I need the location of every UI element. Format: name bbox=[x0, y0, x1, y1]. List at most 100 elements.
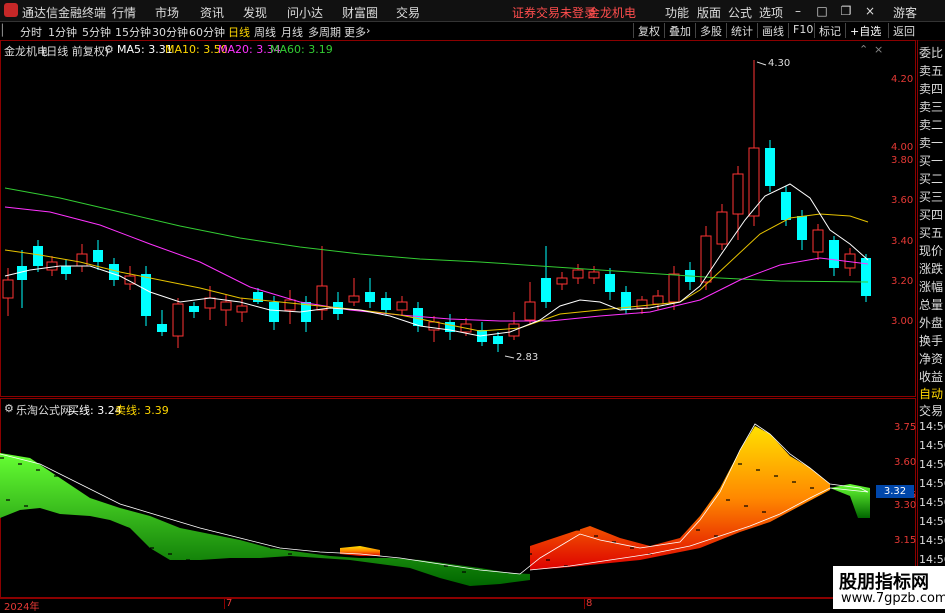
period-weekly[interactable]: 周线 bbox=[254, 24, 276, 40]
tool-f10[interactable]: F10 bbox=[788, 23, 817, 38]
period-30min[interactable]: 30分钟 bbox=[152, 24, 188, 40]
menu-discover[interactable]: 发现 bbox=[243, 4, 267, 21]
candle-body bbox=[381, 298, 391, 310]
side-item-0: 委比 bbox=[919, 46, 944, 60]
menu-options[interactable]: 选项 bbox=[759, 4, 783, 21]
side-time-2: 14:56 bbox=[919, 458, 945, 471]
side-time-3: 14:56 bbox=[919, 477, 945, 490]
candle-body bbox=[668, 273, 680, 303]
period-5min[interactable]: 5分钟 bbox=[82, 24, 111, 40]
menu-market[interactable]: 市场 bbox=[155, 4, 179, 21]
period-60min[interactable]: 60分钟 bbox=[189, 24, 225, 40]
candle-body bbox=[109, 264, 119, 280]
tool-draw[interactable]: 画线 bbox=[757, 23, 788, 38]
candle-body bbox=[797, 216, 807, 240]
side-item-18: 收益 bbox=[919, 370, 944, 384]
period-timeshare[interactable]: 分时 bbox=[20, 24, 42, 40]
menu-trade[interactable]: 交易 bbox=[396, 4, 420, 21]
candle-body bbox=[236, 305, 248, 313]
period-more[interactable]: 更多 bbox=[344, 24, 366, 40]
side-item-1: 卖五 bbox=[919, 64, 944, 78]
candle-body bbox=[829, 240, 839, 268]
tool-back[interactable]: 返回 bbox=[888, 23, 919, 38]
indicator-chart[interactable] bbox=[0, 398, 916, 598]
red-patch bbox=[340, 546, 380, 556]
side-item-7: 买二 bbox=[919, 172, 944, 186]
candle-body bbox=[172, 303, 184, 337]
user-guest[interactable]: 游客 bbox=[893, 4, 917, 21]
side-time-7: 14:56 bbox=[919, 553, 945, 566]
tool-stats[interactable]: 统计 bbox=[726, 23, 757, 38]
period-toolbar: ▏ 分时 1分钟 5分钟 15分钟 30分钟 60分钟 日线 周线 月线 多周期… bbox=[0, 22, 945, 41]
side-item-9: 买四 bbox=[919, 208, 944, 222]
candle-body bbox=[716, 211, 728, 245]
period-monthly[interactable]: 月线 bbox=[281, 24, 303, 40]
candle-body bbox=[588, 271, 600, 279]
tool-mark[interactable]: 标记 bbox=[814, 23, 845, 38]
kline-chart[interactable] bbox=[0, 40, 916, 397]
side-item-17: 净资 bbox=[919, 352, 944, 366]
side-time-5: 14:56 bbox=[919, 515, 945, 528]
login-notice[interactable]: 证券交易未登录 bbox=[512, 4, 596, 21]
side-item-13: 涨幅 bbox=[919, 280, 944, 294]
period-multi[interactable]: 多周期 bbox=[308, 24, 341, 40]
ma10-line bbox=[4, 213, 869, 332]
candle-body bbox=[269, 302, 279, 322]
candle-body bbox=[493, 336, 503, 344]
x-tick-year: 2024年 bbox=[4, 602, 40, 613]
tool-add-favorite[interactable]: +自选 bbox=[845, 23, 885, 38]
side-time-0: 14:56 bbox=[919, 420, 945, 433]
candle-body bbox=[556, 277, 568, 285]
collapse-icon[interactable]: ▏ bbox=[2, 24, 10, 37]
title-bar: 通达信金融终端 行情 市场 资讯 发现 问小达 财富圈 交易 证券交易未登录 金… bbox=[0, 0, 945, 22]
side-time-6: 14:56 bbox=[919, 534, 945, 547]
side-item-14: 总量 bbox=[919, 298, 944, 312]
x-divider bbox=[584, 598, 585, 609]
side-time-4: 14:56 bbox=[919, 496, 945, 509]
candle-body bbox=[748, 147, 760, 217]
candle-body bbox=[732, 173, 744, 215]
x-tick-aug: 8 bbox=[586, 598, 593, 609]
period-daily[interactable]: 日线 bbox=[228, 24, 250, 40]
chevron-right-icon[interactable]: › bbox=[366, 24, 370, 37]
side-item-15: 外盘 bbox=[919, 316, 944, 330]
menu-formula[interactable]: 公式 bbox=[728, 4, 752, 21]
candle-body bbox=[46, 261, 58, 271]
period-1min[interactable]: 1分钟 bbox=[48, 24, 77, 40]
tab-trade[interactable]: 交易 bbox=[919, 402, 945, 419]
close-icon[interactable]: × bbox=[862, 4, 878, 18]
candle-body bbox=[204, 297, 216, 309]
menu-function[interactable]: 功能 bbox=[665, 4, 689, 21]
app-logo-icon bbox=[4, 3, 18, 17]
watermark: 股朋指标网 www.7gpzb.com bbox=[833, 566, 945, 609]
current-stock: 金龙机电 bbox=[588, 6, 637, 20]
candle-body bbox=[189, 306, 199, 312]
menu-hq[interactable]: 行情 bbox=[112, 4, 136, 21]
side-item-4: 卖二 bbox=[919, 118, 944, 132]
green-band bbox=[0, 453, 530, 586]
menu-layout[interactable]: 版面 bbox=[697, 4, 721, 21]
menu-news[interactable]: 资讯 bbox=[200, 4, 224, 21]
tool-overlay[interactable]: 叠加 bbox=[664, 23, 695, 38]
restore-icon[interactable]: ❐ bbox=[838, 4, 854, 18]
candle-body bbox=[396, 301, 408, 311]
side-item-10: 买五 bbox=[919, 226, 944, 240]
side-item-11: 现价 bbox=[919, 244, 944, 258]
candle-body bbox=[365, 292, 375, 302]
candle-body bbox=[652, 295, 664, 305]
side-item-16: 换手 bbox=[919, 334, 944, 348]
candle-body bbox=[781, 192, 791, 220]
menu-wealth[interactable]: 财富圈 bbox=[342, 4, 378, 21]
side-time-1: 14:56 bbox=[919, 439, 945, 452]
maximize-icon[interactable]: □ bbox=[814, 4, 830, 18]
tab-auto[interactable]: 自动 bbox=[919, 385, 945, 402]
side-item-8: 买三 bbox=[919, 190, 944, 204]
tool-multistock[interactable]: 多股 bbox=[695, 23, 726, 38]
tool-fuquan[interactable]: 复权 bbox=[633, 23, 664, 38]
period-15min[interactable]: 15分钟 bbox=[115, 24, 151, 40]
high-price-label: 4.30 bbox=[768, 58, 791, 69]
minimize-icon[interactable]: – bbox=[790, 4, 806, 18]
menu-ask[interactable]: 问小达 bbox=[287, 4, 323, 21]
candle-body bbox=[2, 279, 14, 299]
low-price-label: 2.83 bbox=[516, 352, 539, 363]
